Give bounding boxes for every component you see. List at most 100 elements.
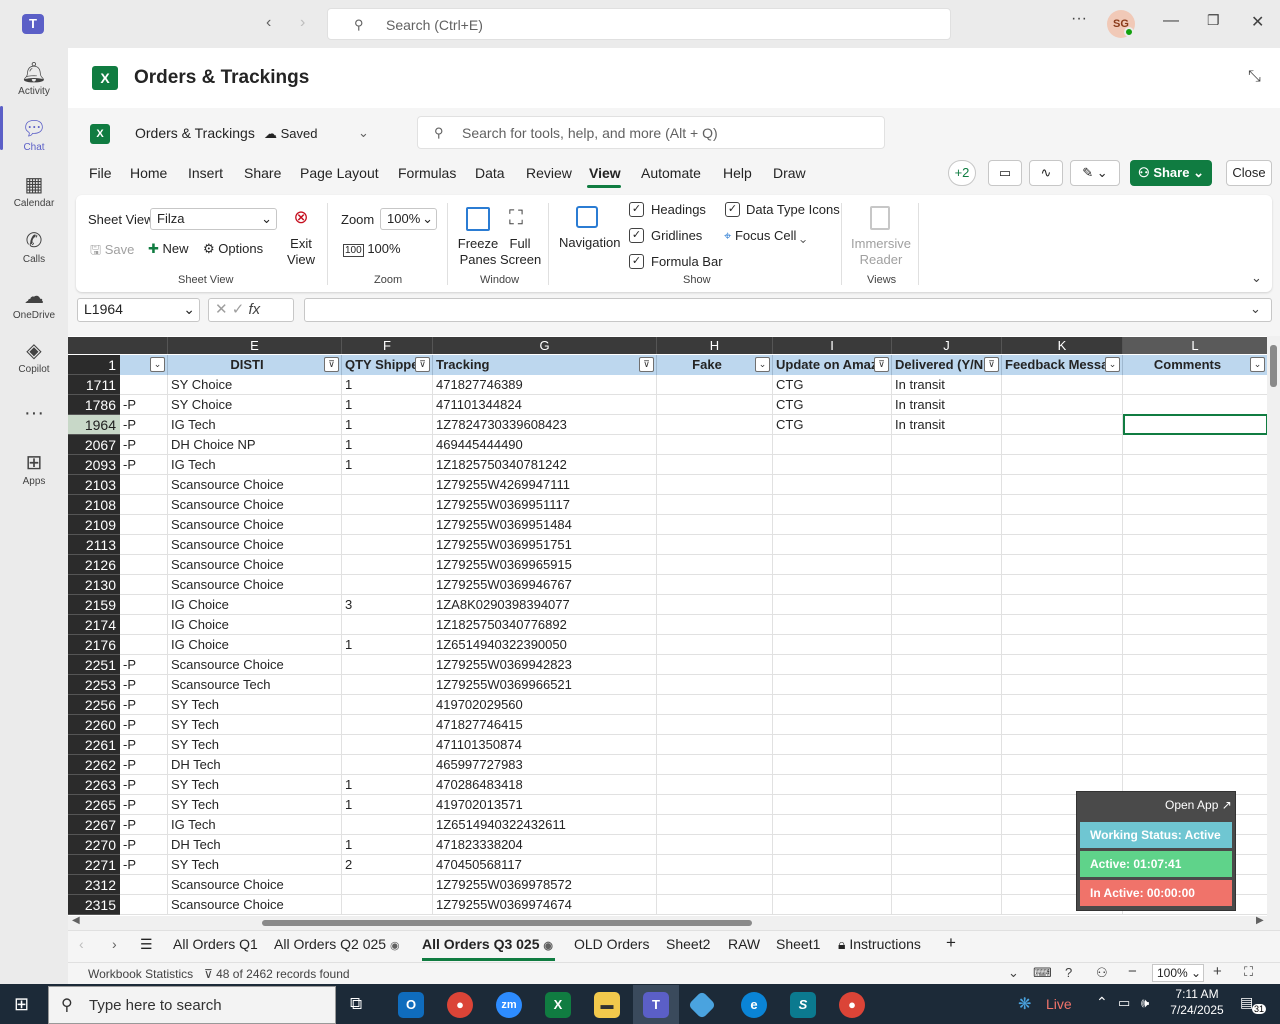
table-cell[interactable]: [773, 495, 892, 515]
table-cell[interactable]: -P: [120, 455, 168, 475]
table-cell[interactable]: [1002, 755, 1123, 775]
table-cell[interactable]: [892, 495, 1002, 515]
column-header[interactable]: G: [433, 337, 657, 354]
excel-search-input[interactable]: ⚲ Search for tools, help, and more (Alt …: [417, 116, 885, 149]
table-cell[interactable]: -P: [120, 675, 168, 695]
table-cell[interactable]: [773, 515, 892, 535]
table-cell[interactable]: SY Choice: [168, 395, 342, 415]
table-cell[interactable]: DH Tech: [168, 755, 342, 775]
table-cell[interactable]: [773, 675, 892, 695]
row-number[interactable]: 2312: [68, 875, 120, 895]
table-cell[interactable]: [773, 655, 892, 675]
row-number[interactable]: 2067: [68, 435, 120, 455]
row-number[interactable]: 1: [68, 355, 120, 375]
save-view-button[interactable]: 🖫︎ Save: [90, 241, 134, 263]
table-cell[interactable]: [1123, 695, 1268, 715]
feedback-icon[interactable]: ⚇: [1096, 965, 1108, 981]
table-cell[interactable]: [1123, 575, 1268, 595]
table-cell[interactable]: [773, 875, 892, 895]
table-cell[interactable]: -P: [120, 695, 168, 715]
table-cell[interactable]: 471827746389: [433, 375, 657, 395]
table-cell[interactable]: [657, 635, 773, 655]
table-cell[interactable]: 1: [342, 435, 433, 455]
outlook-icon[interactable]: O: [398, 992, 424, 1018]
table-cell[interactable]: [657, 415, 773, 435]
table-cell[interactable]: [1123, 595, 1268, 615]
row-number[interactable]: 2315: [68, 895, 120, 915]
table-cell[interactable]: [657, 855, 773, 875]
table-cell[interactable]: 419702029560: [433, 695, 657, 715]
row-number[interactable]: 2176: [68, 635, 120, 655]
edit-mode-icon[interactable]: ✎ ⌄: [1070, 160, 1120, 186]
table-cell[interactable]: [1123, 475, 1268, 495]
chrome-icon[interactable]: ●: [447, 992, 473, 1018]
menu-data[interactable]: Data: [475, 165, 505, 181]
table-cell[interactable]: [657, 755, 773, 775]
rail-item-calls[interactable]: ✆ Calls: [0, 224, 68, 276]
tab-instructions[interactable]: 🔒︎ Instructions: [838, 936, 921, 953]
zoom-app-icon[interactable]: zm: [496, 992, 522, 1018]
row-number[interactable]: 2253: [68, 675, 120, 695]
row-number[interactable]: 2271: [68, 855, 120, 875]
tab-all-orders-q2[interactable]: All Orders Q2 025 ◉: [274, 936, 400, 952]
table-cell[interactable]: 1Z79255W0369951484: [433, 515, 657, 535]
table-cell[interactable]: [342, 515, 433, 535]
table-cell[interactable]: [120, 595, 168, 615]
column-header[interactable]: E: [168, 337, 342, 354]
table-cell[interactable]: [1002, 715, 1123, 735]
table-cell[interactable]: [1123, 715, 1268, 735]
table-cell[interactable]: 1Z79255W0369974674: [433, 895, 657, 915]
table-cell[interactable]: [657, 515, 773, 535]
table-cell[interactable]: Scansource Choice: [168, 555, 342, 575]
table-cell[interactable]: [657, 395, 773, 415]
row-number[interactable]: 2267: [68, 815, 120, 835]
rail-item-chat[interactable]: 💬︎ Chat: [0, 112, 68, 164]
column-header[interactable]: F: [342, 337, 433, 354]
row-number[interactable]: 2109: [68, 515, 120, 535]
table-cell[interactable]: [773, 795, 892, 815]
table-cell[interactable]: [1123, 755, 1268, 775]
table-cell[interactable]: [342, 895, 433, 915]
table-cell[interactable]: IG Choice: [168, 615, 342, 635]
table-cell[interactable]: [773, 615, 892, 635]
more-options-icon[interactable]: ···: [1071, 10, 1087, 28]
data-type-icons-checkbox[interactable]: ✓: [725, 202, 740, 217]
table-cell[interactable]: [342, 575, 433, 595]
rail-item-onedrive[interactable]: ☁ OneDrive: [0, 280, 68, 332]
menu-draw[interactable]: Draw: [773, 165, 806, 181]
table-cell[interactable]: 470450568117: [433, 855, 657, 875]
table-cell[interactable]: [1002, 375, 1123, 395]
table-cell[interactable]: 1Z79255W0369951751: [433, 535, 657, 555]
table-cell[interactable]: [342, 615, 433, 635]
table-cell[interactable]: [773, 575, 892, 595]
chrome-profile-icon[interactable]: ●: [839, 992, 865, 1018]
table-cell[interactable]: [342, 475, 433, 495]
name-box[interactable]: L1964 ⌄: [77, 298, 200, 322]
table-cell[interactable]: [892, 535, 1002, 555]
table-cell[interactable]: [342, 695, 433, 715]
table-cell[interactable]: -P: [120, 815, 168, 835]
table-cell[interactable]: [120, 475, 168, 495]
filter-applied-icon[interactable]: ⊽: [984, 357, 999, 372]
workbook-name[interactable]: Orders & Trackings: [135, 125, 255, 141]
network-icon[interactable]: ▭: [1118, 995, 1130, 1011]
table-cell[interactable]: [342, 875, 433, 895]
table-cell[interactable]: 1: [342, 795, 433, 815]
table-cell[interactable]: [773, 695, 892, 715]
ribbon-expand-icon[interactable]: ⌄: [1251, 270, 1262, 286]
check-icon[interactable]: ✓: [232, 301, 245, 318]
table-cell[interactable]: [1002, 515, 1123, 535]
column-header-d[interactable]: [120, 337, 168, 354]
table-cell[interactable]: [773, 635, 892, 655]
table-cell[interactable]: [773, 755, 892, 775]
table-cell[interactable]: 471827746415: [433, 715, 657, 735]
menu-review[interactable]: Review: [526, 165, 572, 181]
scroll-right-icon[interactable]: ▶: [1256, 915, 1264, 926]
table-cell[interactable]: [120, 375, 168, 395]
table-cell[interactable]: 471101344824: [433, 395, 657, 415]
table-cell[interactable]: [892, 615, 1002, 635]
table-cell[interactable]: SY Tech: [168, 855, 342, 875]
row-number[interactable]: 2093: [68, 455, 120, 475]
file-explorer-icon[interactable]: ▬: [594, 992, 620, 1018]
table-cell[interactable]: [1123, 435, 1268, 455]
